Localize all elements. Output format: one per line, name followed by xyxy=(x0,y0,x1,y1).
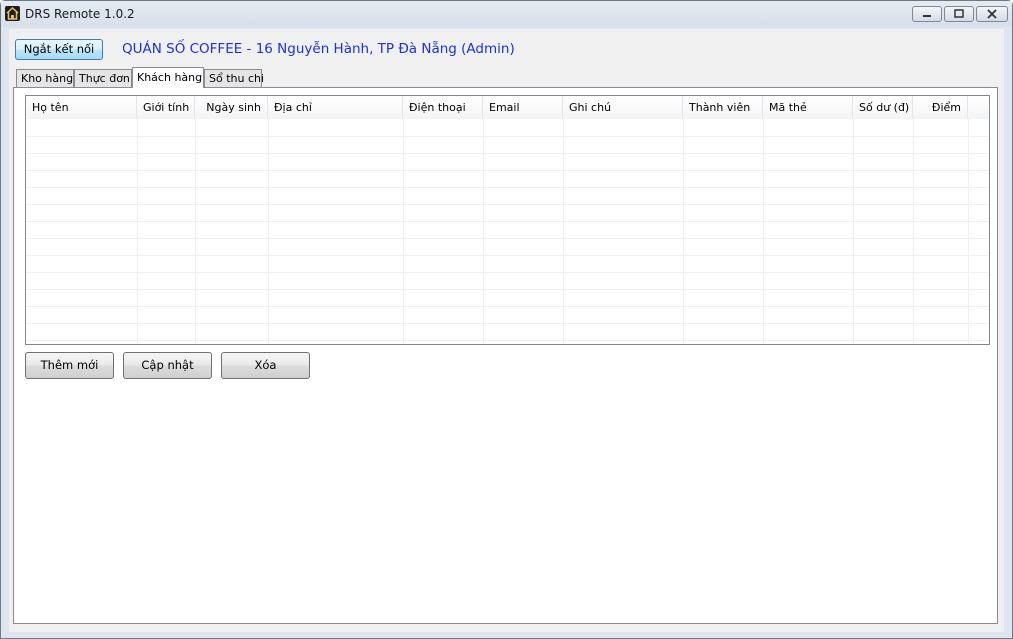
grid-row-line xyxy=(26,272,989,273)
grid-row-line xyxy=(26,289,989,290)
grid-row-line xyxy=(26,340,989,341)
table-header: Họ tên Giới tính Ngày sinh Địa chỉ Điện … xyxy=(26,96,989,119)
grid-row-line xyxy=(26,221,989,222)
maximize-button[interactable] xyxy=(944,6,974,22)
grid-row-line xyxy=(26,255,989,256)
tab-panel-khach-hang: Họ tên Giới tính Ngày sinh Địa chỉ Điện … xyxy=(13,87,998,624)
close-icon xyxy=(987,9,997,19)
shop-title: QUÁN SỐ COFFEE - 16 Nguyễn Hành, TP Đà N… xyxy=(122,41,515,57)
add-new-button[interactable]: Thêm mới xyxy=(25,352,114,379)
column-gioi-tinh[interactable]: Giới tính xyxy=(137,96,195,119)
grid-row-line xyxy=(26,136,989,137)
column-dia-chi[interactable]: Địa chỉ xyxy=(268,96,403,119)
disconnect-button[interactable]: Ngắt kết nối xyxy=(15,39,103,60)
tab-khach-hang[interactable]: Khách hàng xyxy=(132,67,204,88)
grid-row-line xyxy=(26,153,989,154)
grid-row-line xyxy=(26,187,989,188)
app-window: DRS Remote 1.0.2 Ngắt kết nối QUÁN SỐ CO… xyxy=(0,0,1013,639)
delete-button[interactable]: Xóa xyxy=(221,352,310,379)
title-bar[interactable]: DRS Remote 1.0.2 xyxy=(1,1,1012,27)
column-so-du[interactable]: Số dư (đ) xyxy=(853,96,913,119)
client-area: Ngắt kết nối QUÁN SỐ COFFEE - 16 Nguyễn … xyxy=(9,29,1004,632)
column-ho-ten[interactable]: Họ tên xyxy=(26,96,137,119)
window-title: DRS Remote 1.0.2 xyxy=(25,7,135,21)
column-email[interactable]: Email xyxy=(483,96,563,119)
column-ngay-sinh[interactable]: Ngày sinh xyxy=(195,96,268,119)
maximize-icon xyxy=(954,9,964,18)
minimize-button[interactable] xyxy=(912,6,942,22)
grid-row-line xyxy=(26,306,989,307)
column-filler xyxy=(968,96,989,119)
column-dien-thoai[interactable]: Điện thoại xyxy=(403,96,483,119)
column-ghi-chu[interactable]: Ghi chú xyxy=(563,96,683,119)
minimize-icon xyxy=(923,15,931,17)
tab-kho-hang[interactable]: Kho hàng xyxy=(16,69,74,87)
grid-row-line xyxy=(26,238,989,239)
grid-row-line xyxy=(26,204,989,205)
grid-row-line xyxy=(26,323,989,324)
column-ma-the[interactable]: Mã thẻ xyxy=(763,96,853,119)
app-home-icon xyxy=(5,6,20,21)
customer-table[interactable]: Họ tên Giới tính Ngày sinh Địa chỉ Điện … xyxy=(25,95,990,345)
close-button[interactable] xyxy=(976,6,1008,22)
tab-so-thu-chi[interactable]: Sổ thu chi xyxy=(204,69,264,87)
update-button[interactable]: Cập nhật xyxy=(123,352,212,379)
grid-row-line xyxy=(26,170,989,171)
column-thanh-vien[interactable]: Thành viên xyxy=(683,96,763,119)
column-diem[interactable]: Điểm xyxy=(913,96,968,119)
tab-thuc-don[interactable]: Thực đơn xyxy=(74,69,132,87)
